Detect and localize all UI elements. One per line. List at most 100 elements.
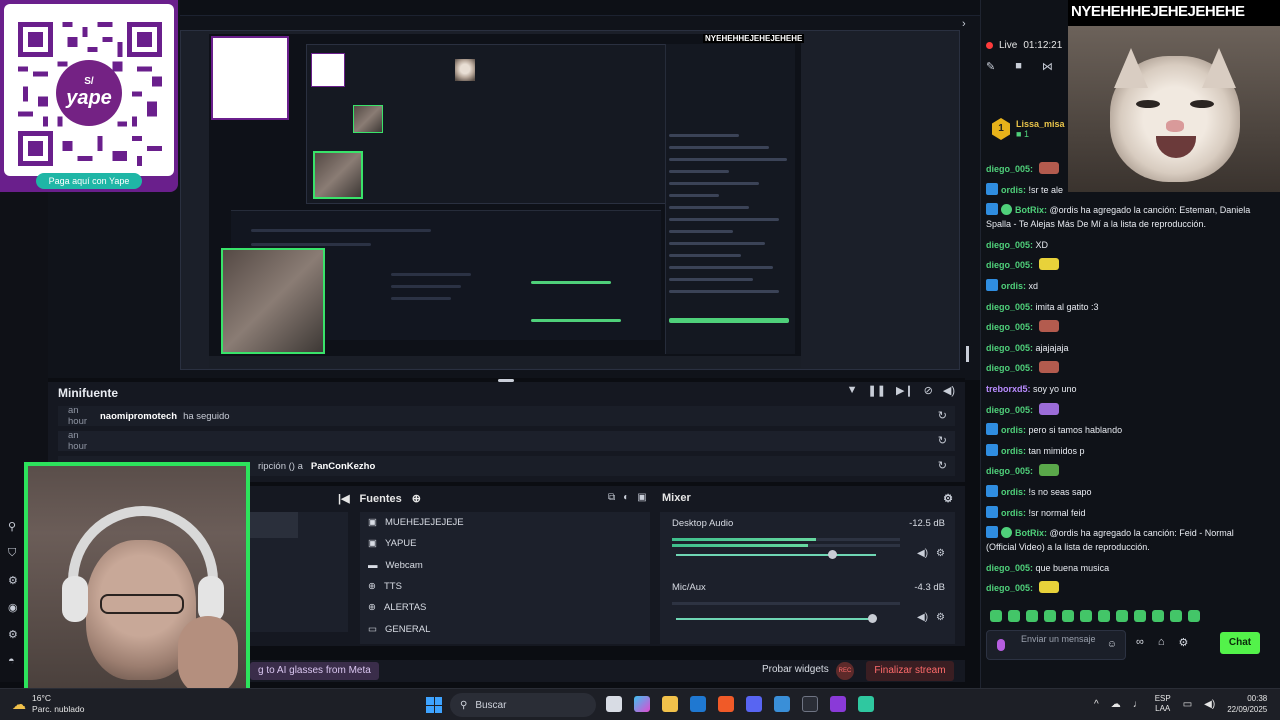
chat-username[interactable]: ordis bbox=[1001, 446, 1023, 456]
eye-icon[interactable]: ◉ bbox=[8, 601, 18, 614]
weather-widget[interactable]: ☁ 16°C Parc. nublado bbox=[12, 693, 84, 715]
source-item[interactable]: ⊕ ALERTAS bbox=[360, 597, 650, 618]
test-widgets-button[interactable]: Probar widgets bbox=[762, 664, 829, 675]
source-item[interactable]: ▭ GENERAL bbox=[360, 618, 650, 639]
volume-icon[interactable]: ◀) bbox=[1204, 699, 1215, 710]
gear-icon[interactable]: ⚙ bbox=[8, 628, 18, 641]
store-icon[interactable]: ⌂ bbox=[1158, 636, 1165, 649]
emote-icon[interactable] bbox=[1080, 610, 1092, 622]
chat-username[interactable]: diego_005 bbox=[986, 405, 1030, 415]
source-item[interactable]: ▣ YAPUE bbox=[360, 533, 650, 554]
emote-icon[interactable] bbox=[1116, 610, 1128, 622]
gear-icon[interactable]: ⚙ bbox=[936, 612, 945, 623]
chat-username[interactable]: ordis bbox=[1001, 487, 1023, 497]
dock-toggle-icon[interactable]: |◀ bbox=[338, 492, 350, 505]
slider-knob[interactable] bbox=[868, 614, 877, 623]
chat-username[interactable]: diego_005 bbox=[986, 322, 1030, 332]
scroll-handle[interactable] bbox=[966, 346, 969, 362]
app-icon[interactable] bbox=[830, 696, 846, 712]
speaker-icon[interactable]: ◀) bbox=[917, 612, 928, 623]
microphone-icon[interactable]: ♩ bbox=[1133, 699, 1143, 710]
chevron-up-icon[interactable]: ^ bbox=[1094, 699, 1099, 710]
discord-icon[interactable] bbox=[746, 696, 762, 712]
filter-icon[interactable]: ▼ bbox=[847, 384, 858, 397]
share-icon[interactable]: ⋈ bbox=[1042, 60, 1053, 73]
add-source-icon[interactable]: ⊕ bbox=[412, 492, 421, 505]
shield-icon[interactable]: ⛉ bbox=[8, 547, 18, 560]
chat-username[interactable]: treborxd5 bbox=[986, 384, 1028, 394]
language-indicator[interactable]: ESP LAA bbox=[1155, 694, 1171, 714]
activity-event-row[interactable]: an hour ↻ bbox=[58, 430, 955, 452]
pause-icon[interactable]: ❚❚ bbox=[868, 384, 886, 397]
taskbar-search[interactable]: ⚲ Buscar bbox=[450, 693, 596, 717]
chat-input[interactable]: Enviar un mensaje ☺ bbox=[986, 630, 1126, 660]
chat-username[interactable]: diego_005 bbox=[986, 164, 1030, 174]
emote-icon[interactable] bbox=[1152, 610, 1164, 622]
copilot-icon[interactable] bbox=[634, 696, 650, 712]
chat-username[interactable]: diego_005 bbox=[986, 466, 1030, 476]
chat-username[interactable]: diego_005 bbox=[986, 302, 1030, 312]
task-view-icon[interactable] bbox=[606, 696, 622, 712]
link-icon[interactable]: ⚲ bbox=[8, 520, 18, 533]
pencil-icon[interactable]: ✎ bbox=[986, 60, 995, 73]
chat-username[interactable]: diego_005 bbox=[986, 240, 1030, 250]
chat-username[interactable]: ordis bbox=[1001, 425, 1023, 435]
volume-icon[interactable]: ◀) bbox=[943, 384, 955, 397]
infinity-icon[interactable]: ∞ bbox=[1136, 636, 1144, 649]
app-icon[interactable] bbox=[802, 696, 818, 712]
audio-icon[interactable]: ◐ bbox=[623, 492, 629, 503]
volume-slider[interactable] bbox=[676, 550, 876, 559]
chat-username[interactable]: diego_005 bbox=[986, 363, 1030, 373]
source-item[interactable]: ▬ Webcam bbox=[360, 555, 650, 576]
mute-alerts-icon[interactable]: ⊘ bbox=[924, 384, 933, 397]
chat-username[interactable]: diego_005 bbox=[986, 260, 1030, 270]
volume-slider[interactable] bbox=[676, 614, 877, 623]
windows-start-icon[interactable] bbox=[426, 697, 442, 713]
chat-username[interactable]: ordis bbox=[1001, 508, 1023, 518]
chat-username[interactable]: diego_005 bbox=[986, 343, 1030, 353]
activity-event-row[interactable]: an hour naomipromotech ha seguido ↻ bbox=[58, 405, 955, 427]
media-icon[interactable]: ▣ bbox=[637, 492, 646, 503]
brave-icon[interactable] bbox=[718, 696, 734, 712]
chat-username[interactable]: diego_005 bbox=[986, 583, 1030, 593]
chat-send-button[interactable]: Chat bbox=[1220, 632, 1260, 654]
source-item[interactable]: ▣ MUEHEJEJEJEJE bbox=[360, 512, 650, 533]
emote-icon[interactable] bbox=[1044, 610, 1056, 622]
emote-icon[interactable] bbox=[990, 610, 1002, 622]
chat-username[interactable]: ordis bbox=[1001, 281, 1023, 291]
settings-icon[interactable]: ⚙ bbox=[8, 574, 18, 587]
chat-username[interactable]: ordis bbox=[1001, 185, 1023, 195]
emote-icon[interactable] bbox=[1008, 610, 1020, 622]
speaker-icon[interactable]: ◀) bbox=[917, 548, 928, 559]
network-icon[interactable]: ▭ bbox=[1183, 699, 1192, 710]
emote-icon[interactable] bbox=[1026, 610, 1038, 622]
windows-icon[interactable]: ⧉ bbox=[608, 492, 615, 503]
emoji-icon[interactable]: ☺ bbox=[1107, 639, 1117, 650]
emote-icon[interactable] bbox=[1134, 610, 1146, 622]
replay-icon[interactable]: ↻ bbox=[938, 434, 947, 447]
source-item[interactable]: ⊕ TTS bbox=[360, 576, 650, 597]
gear-icon[interactable]: ⚙ bbox=[936, 548, 945, 559]
replay-icon[interactable]: ↻ bbox=[938, 459, 947, 472]
emote-icon[interactable] bbox=[1170, 610, 1182, 622]
chat-username[interactable]: BotRix bbox=[1015, 205, 1044, 215]
outlook-icon[interactable] bbox=[690, 696, 706, 712]
gear-icon[interactable]: ⚙ bbox=[1179, 636, 1189, 649]
slider-knob[interactable] bbox=[828, 550, 837, 559]
gear-icon[interactable]: ⚙ bbox=[943, 492, 953, 505]
chevron-right-icon[interactable]: › bbox=[962, 18, 966, 30]
app-icon[interactable] bbox=[774, 696, 790, 712]
notification-pill[interactable]: g to AI glasses from Meta bbox=[250, 662, 379, 680]
clock[interactable]: 00:38 22/09/2025 bbox=[1227, 693, 1267, 715]
emote-icon[interactable] bbox=[1062, 610, 1074, 622]
emote-icon[interactable] bbox=[1188, 610, 1200, 622]
chat-username[interactable]: diego_005 bbox=[986, 563, 1030, 573]
skip-icon[interactable]: ▶❙ bbox=[896, 384, 914, 397]
file-explorer-icon[interactable] bbox=[662, 696, 678, 712]
user-icon[interactable]: ◓ bbox=[8, 655, 18, 667]
onedrive-icon[interactable]: ☁ bbox=[1111, 699, 1121, 710]
streaming-app-icon[interactable] bbox=[858, 696, 874, 712]
end-stream-button[interactable]: Finalizar stream bbox=[866, 661, 954, 681]
mic-icon[interactable] bbox=[997, 639, 1005, 651]
chat-username[interactable]: BotRix bbox=[1015, 528, 1044, 538]
